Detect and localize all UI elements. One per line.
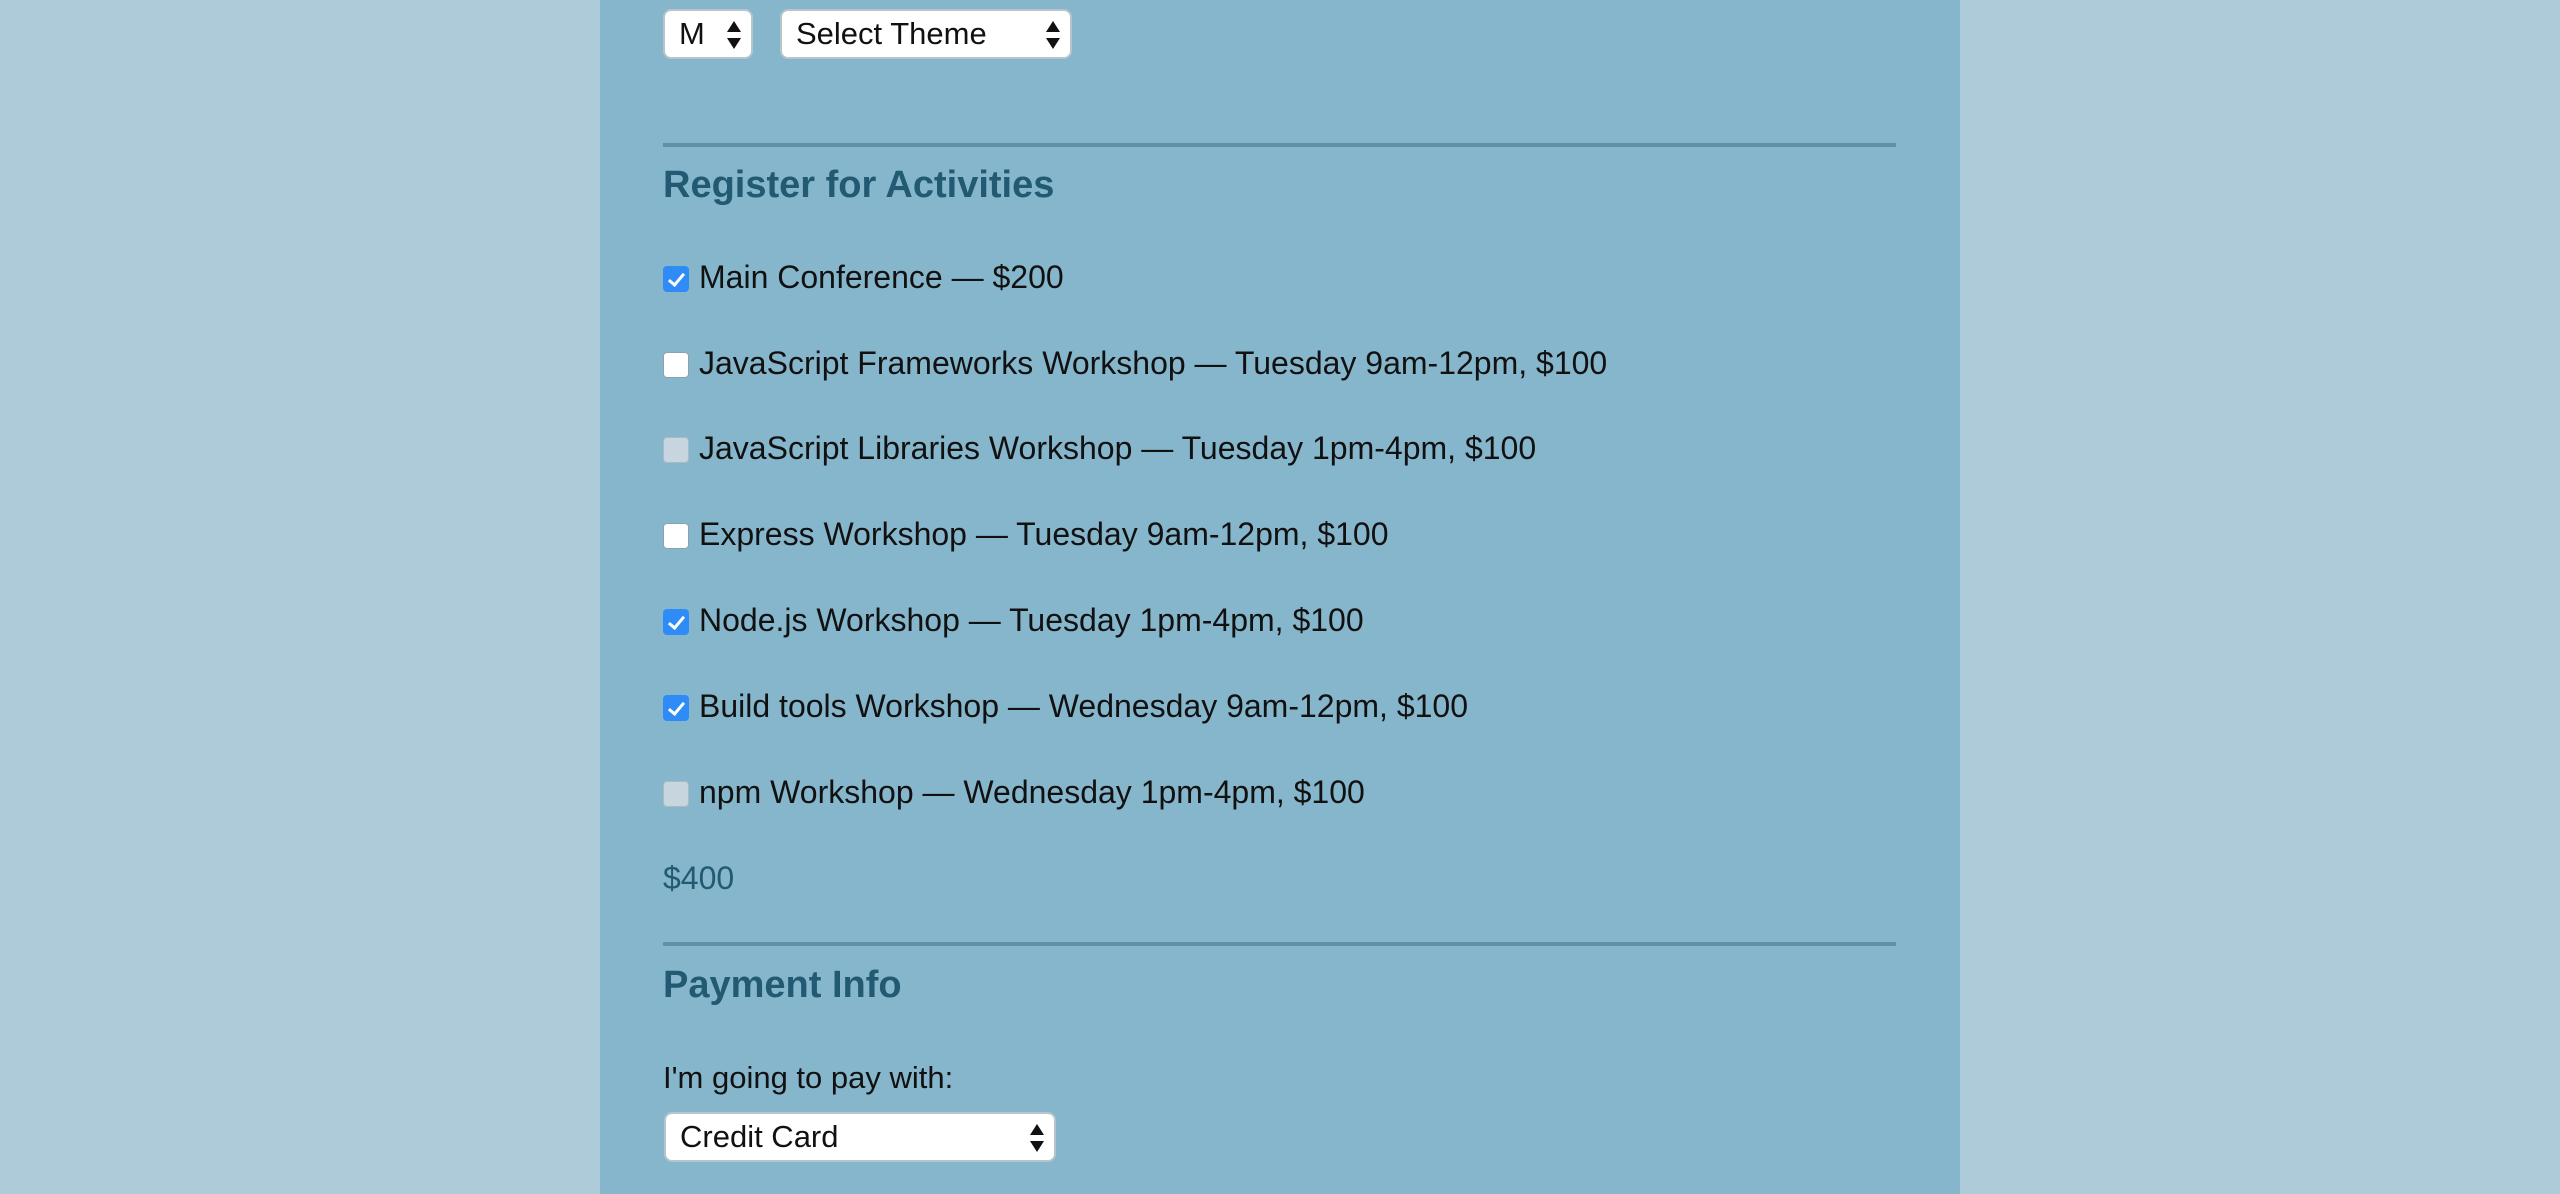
- activity-checkbox[interactable]: [663, 352, 689, 378]
- select-arrows-icon: [1030, 1123, 1044, 1153]
- activity-label: npm Workshop — Wednesday 1pm-4pm, $100: [699, 773, 1365, 810]
- activity-label: JavaScript Libraries Workshop — Tuesday …: [699, 429, 1537, 466]
- activity-checkbox[interactable]: [663, 523, 689, 549]
- activity-checkbox[interactable]: [663, 437, 689, 463]
- payment-method-label: I'm going to pay with:: [663, 1060, 954, 1095]
- activity-build-tools[interactable]: Build tools Workshop — Wednesday 9am-12p…: [663, 686, 1468, 726]
- activity-nodejs[interactable]: Node.js Workshop — Tuesday 1pm-4pm, $100: [663, 600, 1364, 640]
- shirt-size-value: M: [679, 16, 705, 51]
- activity-js-libraries[interactable]: JavaScript Libraries Workshop — Tuesday …: [663, 428, 1536, 468]
- payment-heading: Payment Info: [663, 964, 902, 1006]
- shirt-theme-value: Select Theme: [796, 16, 987, 51]
- payment-method-select[interactable]: Credit Card: [664, 1112, 1056, 1162]
- activities-heading: Register for Activities: [663, 164, 1055, 206]
- section-divider: [663, 942, 1896, 946]
- activity-checkbox[interactable]: [663, 609, 689, 635]
- payment-method-value: Credit Card: [680, 1119, 839, 1154]
- activity-label: Express Workshop — Tuesday 9am-12pm, $10…: [699, 515, 1389, 552]
- activity-label: JavaScript Frameworks Workshop — Tuesday…: [699, 344, 1608, 381]
- shirt-size-select[interactable]: M: [663, 9, 753, 59]
- activity-label: Build tools Workshop — Wednesday 9am-12p…: [699, 687, 1468, 724]
- activity-checkbox[interactable]: [663, 781, 689, 807]
- activity-npm[interactable]: npm Workshop — Wednesday 1pm-4pm, $100: [663, 772, 1365, 812]
- activity-express[interactable]: Express Workshop — Tuesday 9am-12pm, $10…: [663, 514, 1389, 554]
- section-divider: [663, 143, 1896, 147]
- activity-main-conference[interactable]: Main Conference — $200: [663, 257, 1064, 297]
- activity-js-frameworks[interactable]: JavaScript Frameworks Workshop — Tuesday…: [663, 343, 1607, 383]
- shirt-theme-select[interactable]: Select Theme: [780, 9, 1072, 59]
- select-arrows-icon: [1046, 20, 1060, 50]
- activity-checkbox[interactable]: [663, 266, 689, 292]
- activities-total: $400: [663, 860, 735, 896]
- activity-label: Main Conference — $200: [699, 258, 1064, 295]
- activity-checkbox[interactable]: [663, 695, 689, 721]
- select-arrows-icon: [727, 20, 741, 50]
- activity-label: Node.js Workshop — Tuesday 1pm-4pm, $100: [699, 601, 1364, 638]
